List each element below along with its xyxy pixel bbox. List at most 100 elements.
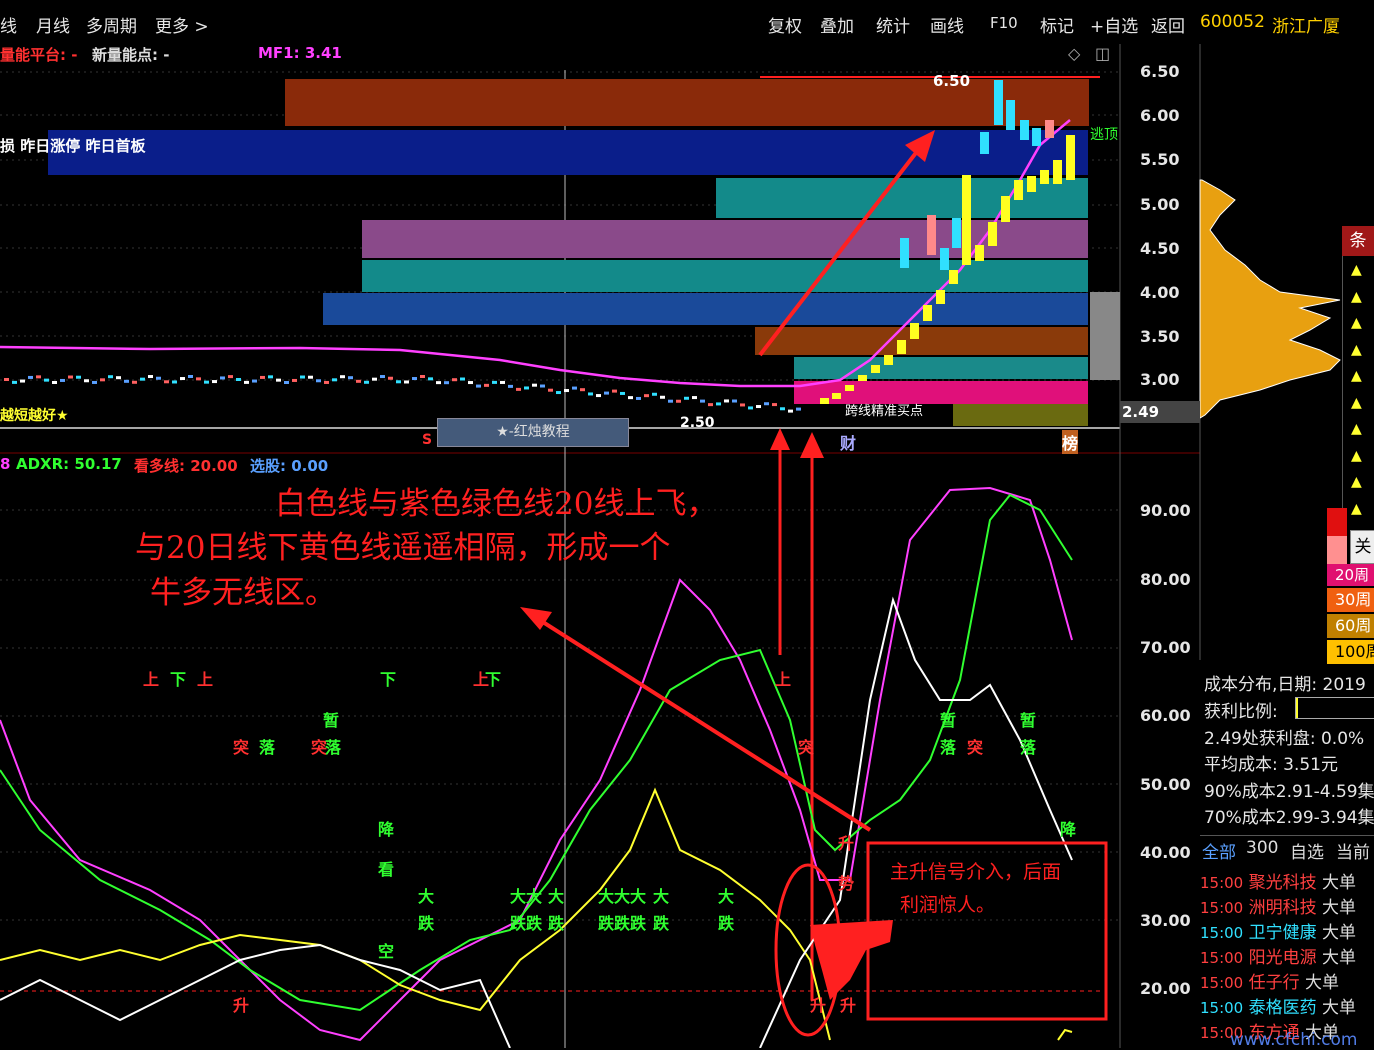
candle	[76, 375, 81, 379]
candle	[236, 378, 241, 382]
period-20[interactable]: 20周	[1327, 564, 1374, 586]
candle	[492, 380, 497, 384]
candle	[276, 378, 281, 382]
pink-swatch	[1327, 536, 1347, 564]
signal-marker: 大大	[510, 887, 543, 906]
list-item[interactable]: 15:00 洲明科技 大单	[1200, 893, 1356, 918]
close-button[interactable]: 关	[1350, 530, 1374, 564]
candle	[724, 399, 729, 403]
candle	[748, 406, 753, 410]
candle	[140, 377, 145, 381]
price-tick: 4.00	[1140, 283, 1180, 302]
list-item[interactable]: 15:00 任子行 大单	[1200, 968, 1339, 993]
candle	[28, 375, 33, 379]
tag-rank[interactable]: 榜	[1062, 430, 1079, 454]
buy-signal-label: 跨线精准买点	[845, 404, 924, 419]
signal-marker: 大	[418, 887, 435, 906]
candle	[436, 381, 441, 385]
candle	[252, 379, 257, 383]
list-tab-all[interactable]: 全部	[1202, 838, 1236, 863]
candle	[756, 405, 761, 409]
candle	[332, 378, 337, 382]
profit-at-price: 2.49处获利盘: 0.0%	[1204, 729, 1365, 749]
candle	[60, 378, 65, 382]
list-tab-300[interactable]: 300	[1246, 838, 1278, 858]
signal-marker: 跌	[548, 914, 565, 933]
candle	[832, 393, 841, 399]
signal-marker: 大	[718, 887, 735, 906]
signal-marker: 降	[378, 820, 395, 839]
candle	[452, 378, 457, 382]
list-item[interactable]: 15:00 卫宁健康 大单	[1200, 918, 1356, 943]
condition-tab[interactable]: 条件	[1342, 226, 1374, 281]
signal-marker: 大	[653, 887, 670, 906]
list-time: 15:00	[1200, 899, 1244, 917]
signal-marker: 暂	[1020, 711, 1037, 730]
list-tab-current[interactable]: 当前	[1336, 838, 1370, 863]
price-tick: 6.50	[1140, 62, 1180, 81]
list-tab-watchlist[interactable]: 自选	[1290, 838, 1324, 863]
candle	[36, 375, 41, 379]
candle	[460, 377, 465, 381]
candle	[308, 375, 313, 379]
period-100[interactable]: 100周	[1327, 640, 1374, 664]
up-arrow-icon: ▲	[1351, 288, 1362, 305]
current-price-tag: 2.49	[1120, 401, 1200, 423]
candle	[1020, 120, 1029, 140]
list-time: 15:00	[1200, 924, 1244, 942]
add-watchlist-button[interactable]: +自选	[1090, 12, 1138, 37]
top-toolbar: 线 月线 多周期 更多 > 复权 叠加 统计 画线 F10 标记 +自选 返回 …	[0, 0, 1374, 44]
candle	[340, 375, 345, 379]
restore-rights-button[interactable]: 复权	[768, 12, 802, 37]
osc-tick: 60.00	[1140, 706, 1191, 725]
adxr-label: ADXR: 50.17	[16, 455, 122, 473]
mark-button[interactable]: 标记	[1040, 12, 1074, 37]
candle	[900, 238, 909, 268]
draw-line-button[interactable]: 画线	[930, 12, 964, 37]
window-icon[interactable]: ◫	[1095, 44, 1110, 63]
box-annotation-2: 利润惊人。	[900, 894, 996, 916]
signal-marker: 升	[840, 996, 857, 1015]
signal-marker: 看	[378, 860, 395, 879]
candle	[92, 380, 97, 384]
candle	[940, 248, 949, 270]
osc-value: 8	[0, 455, 11, 473]
list-item[interactable]: 15:00 聚光科技 大单	[1200, 868, 1356, 893]
candle	[780, 407, 785, 411]
candle	[580, 388, 585, 392]
f10-button[interactable]: F10	[990, 14, 1018, 32]
up-arrow-icon: ▲	[1351, 262, 1362, 278]
candle	[404, 380, 409, 384]
signal-marker: 突	[798, 738, 815, 757]
tab-more[interactable]: 更多 >	[155, 12, 209, 37]
list-item[interactable]: 15:00 泰格医药 大单	[1200, 993, 1356, 1018]
price-tick: 6.00	[1140, 106, 1180, 125]
candle	[1014, 180, 1023, 200]
stock-name: 浙江广厦	[1272, 17, 1340, 37]
list-item[interactable]: 15:00 阳光电源 大单	[1200, 943, 1356, 968]
tab-line[interactable]: 线	[0, 12, 17, 37]
stats-button[interactable]: 统计	[876, 12, 910, 37]
period-30[interactable]: 30周	[1327, 588, 1374, 612]
period-60[interactable]: 60周	[1327, 614, 1374, 638]
overlay-button[interactable]: 叠加	[820, 12, 854, 37]
list-type: 大单	[1322, 873, 1357, 893]
candle	[644, 394, 649, 398]
back-button[interactable]: 返回	[1151, 12, 1185, 37]
diamond-icon[interactable]: ◇	[1068, 44, 1080, 63]
candle	[516, 387, 521, 391]
candle	[949, 270, 958, 284]
list-stock-name: 卫宁健康	[1243, 923, 1323, 943]
candle	[684, 396, 689, 400]
tag-finance[interactable]: 财	[840, 430, 856, 454]
candle	[300, 375, 305, 379]
candle	[796, 407, 801, 411]
candle	[884, 355, 893, 365]
tab-multi-period[interactable]: 多周期	[86, 12, 137, 37]
candle	[364, 380, 369, 384]
annotation-line-1: 白色线与紫色绿色线20线上飞，	[275, 486, 718, 522]
tab-month[interactable]: 月线	[36, 12, 70, 37]
strategy-button[interactable]: ★-红烛教程	[437, 418, 629, 447]
candle	[508, 384, 513, 388]
select-stock-label: 选股: 0.00	[250, 457, 329, 475]
